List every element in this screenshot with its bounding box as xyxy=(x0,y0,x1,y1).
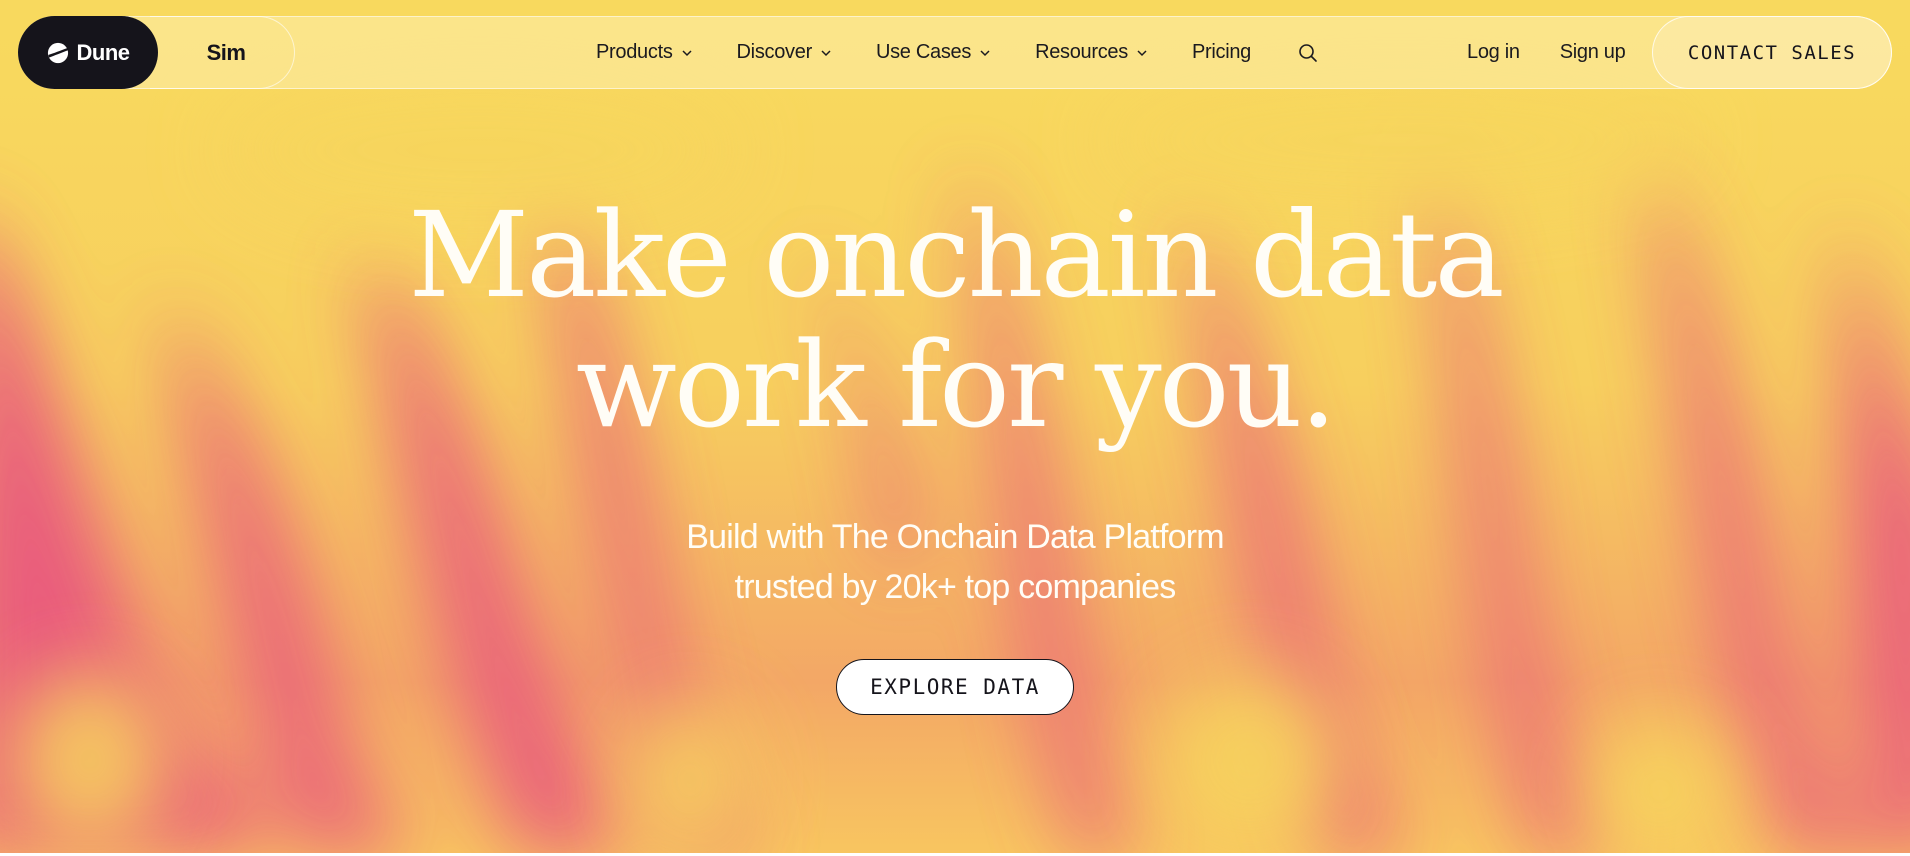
nav-item-pricing[interactable]: Pricing xyxy=(1192,41,1251,64)
sim-link[interactable]: Sim xyxy=(150,16,295,89)
subheadline-line-2: trusted by 20k+ top companies xyxy=(734,568,1177,606)
nav-item-label: Pricing xyxy=(1191,41,1252,63)
brand-name: Dune xyxy=(76,39,131,65)
login-link[interactable]: Log in xyxy=(1467,41,1520,64)
search-icon xyxy=(1299,43,1317,62)
nav-item-label: Use Cases xyxy=(875,41,972,63)
dune-logo-icon xyxy=(47,42,68,63)
dune-logo-button[interactable]: Dune xyxy=(18,16,158,89)
chevron-down-icon xyxy=(1137,49,1147,56)
nav-item-label: Resources xyxy=(1035,41,1128,63)
hero-subheadline: Build with The Onchain Data Platform tru… xyxy=(0,512,1910,612)
nav-item-use-cases[interactable]: Use Cases xyxy=(876,41,991,64)
headline-line-2: work for you. xyxy=(575,316,1337,454)
chevron-down-icon xyxy=(980,49,990,56)
hero-headline: Make onchain data work for you. xyxy=(0,190,1910,450)
explore-data-button[interactable]: EXPLORE DATA xyxy=(836,659,1074,715)
signup-link[interactable]: Sign up xyxy=(1560,41,1626,64)
subheadline-line-1: Build with The Onchain Data Platform xyxy=(686,518,1224,556)
sim-label: Sim xyxy=(206,39,246,65)
nav-item-products[interactable]: Products xyxy=(596,41,693,64)
chevron-down-icon xyxy=(821,49,831,56)
main-menu: Products Discover Use Cases Resources Pr… xyxy=(596,16,1319,89)
nav-item-resources[interactable]: Resources xyxy=(1035,41,1148,64)
auth-links: Log in Sign up xyxy=(1467,16,1626,89)
headline-line-1: Make onchain data xyxy=(408,186,1504,324)
nav-item-label: Discover xyxy=(736,41,813,63)
search-button[interactable] xyxy=(1295,42,1319,64)
chevron-down-icon xyxy=(682,49,692,56)
contact-sales-button[interactable]: CONTACT SALES xyxy=(1652,16,1892,89)
nav-item-label: Products xyxy=(596,41,673,63)
nav-item-discover[interactable]: Discover xyxy=(737,41,832,64)
